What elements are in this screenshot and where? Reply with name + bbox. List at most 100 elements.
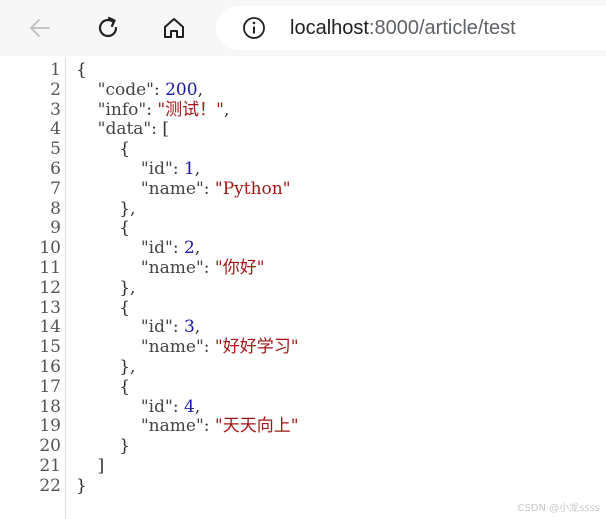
line-number: 1 <box>50 60 61 80</box>
json-punct: }, <box>119 198 136 219</box>
json-key: "name" <box>140 258 204 278</box>
line-number: 19 <box>39 416 61 437</box>
json-punct: { <box>119 297 131 318</box>
json-punct: : <box>203 178 215 199</box>
json-key: "id" <box>140 396 173 417</box>
json-punct: } <box>76 475 87 496</box>
json-punct: } <box>119 436 131 457</box>
watermark: CSDN @小龙ssss <box>517 503 600 514</box>
info-circle-icon[interactable] <box>242 16 266 40</box>
json-punct: { <box>76 60 87 80</box>
arrow-left-icon <box>30 19 50 37</box>
json-punct: ] <box>97 456 105 476</box>
json-string: "Python" <box>214 178 291 199</box>
json-number: 4 <box>183 396 195 417</box>
json-punct: }, <box>119 357 136 377</box>
json-punct: : <box>172 159 184 179</box>
line-number: 20 <box>39 436 61 457</box>
line-number: 3 <box>50 99 61 120</box>
url-text[interactable]: localhost:8000/article/test <box>290 16 516 40</box>
code-line: } <box>76 475 87 497</box>
json-punct: : <box>203 258 215 278</box>
json-viewer: 1{2 "code": 200, 3 "info": "测试！", 4 "data"… <box>7 58 606 519</box>
json-punct: , <box>197 79 203 100</box>
json-key: "id" <box>140 238 173 259</box>
json-punct: , <box>223 99 230 120</box>
line-number: 17 <box>39 376 61 397</box>
json-key: "name" <box>140 337 204 358</box>
json-key: "id" <box>140 159 173 179</box>
json-number: 2 <box>183 238 195 259</box>
line-number: 18 <box>39 396 61 417</box>
code-line: "name": "你好" <box>76 258 265 279</box>
json-key: "name" <box>140 178 204 199</box>
line-number: 22 <box>39 475 61 496</box>
line-number: 7 <box>50 178 61 199</box>
code-line: "name": "好好学习" <box>76 337 299 358</box>
code-line: } <box>76 436 131 457</box>
json-key: "name" <box>140 416 204 437</box>
address-bar[interactable]: localhost:8000/article/test <box>216 6 606 50</box>
line-number: 21 <box>39 456 61 476</box>
line-number: 9 <box>50 218 61 239</box>
code-line: ] <box>76 456 105 477</box>
json-punct: { <box>119 376 131 397</box>
code-line: }, <box>76 278 135 299</box>
json-punct: : <box>172 317 184 338</box>
line-number: 6 <box>50 159 61 179</box>
json-string: "好好学习" <box>214 337 299 358</box>
line-number: 4 <box>50 119 61 140</box>
home-button[interactable] <box>156 10 192 46</box>
json-punct: : <box>203 416 215 437</box>
json-punct: : <box>153 79 166 100</box>
json-punct: : [ <box>151 119 170 140</box>
code-line: { <box>76 376 131 398</box>
back-button[interactable] <box>22 10 58 46</box>
json-punct: : <box>172 396 184 417</box>
home-icon <box>164 18 184 38</box>
line-number: 5 <box>50 139 61 160</box>
json-punct: , <box>194 396 201 417</box>
json-key: "info" <box>97 99 147 120</box>
json-punct: : <box>172 238 184 259</box>
code-line: "code": 200, <box>76 79 203 101</box>
code-line: "data": [ <box>76 119 170 140</box>
json-number: 1 <box>183 159 195 179</box>
code-line: }, <box>76 198 136 220</box>
json-punct: : <box>203 337 215 358</box>
reload-button[interactable] <box>90 10 126 46</box>
json-punct: , <box>194 159 201 179</box>
line-number: 13 <box>39 297 61 318</box>
code-line: "name": "Python" <box>76 178 291 200</box>
code-line: { <box>76 60 87 81</box>
url-path: :8000/article/test <box>368 17 516 39</box>
line-number: 12 <box>39 277 61 298</box>
code-line: "id": 4, <box>76 396 201 418</box>
json-punct: , <box>194 317 201 338</box>
line-number: 10 <box>39 238 61 259</box>
json-key: "code" <box>97 79 154 100</box>
line-number: 15 <box>39 337 61 358</box>
json-punct: , <box>194 238 201 259</box>
json-number: 3 <box>183 317 195 338</box>
json-string: "天天向上" <box>214 416 299 437</box>
json-number: 200 <box>165 79 198 100</box>
code-line: "id": 2, <box>76 238 201 259</box>
json-key: "data" <box>97 119 152 140</box>
code-line: "id": 3, <box>76 317 201 338</box>
line-number: 11 <box>39 258 61 278</box>
